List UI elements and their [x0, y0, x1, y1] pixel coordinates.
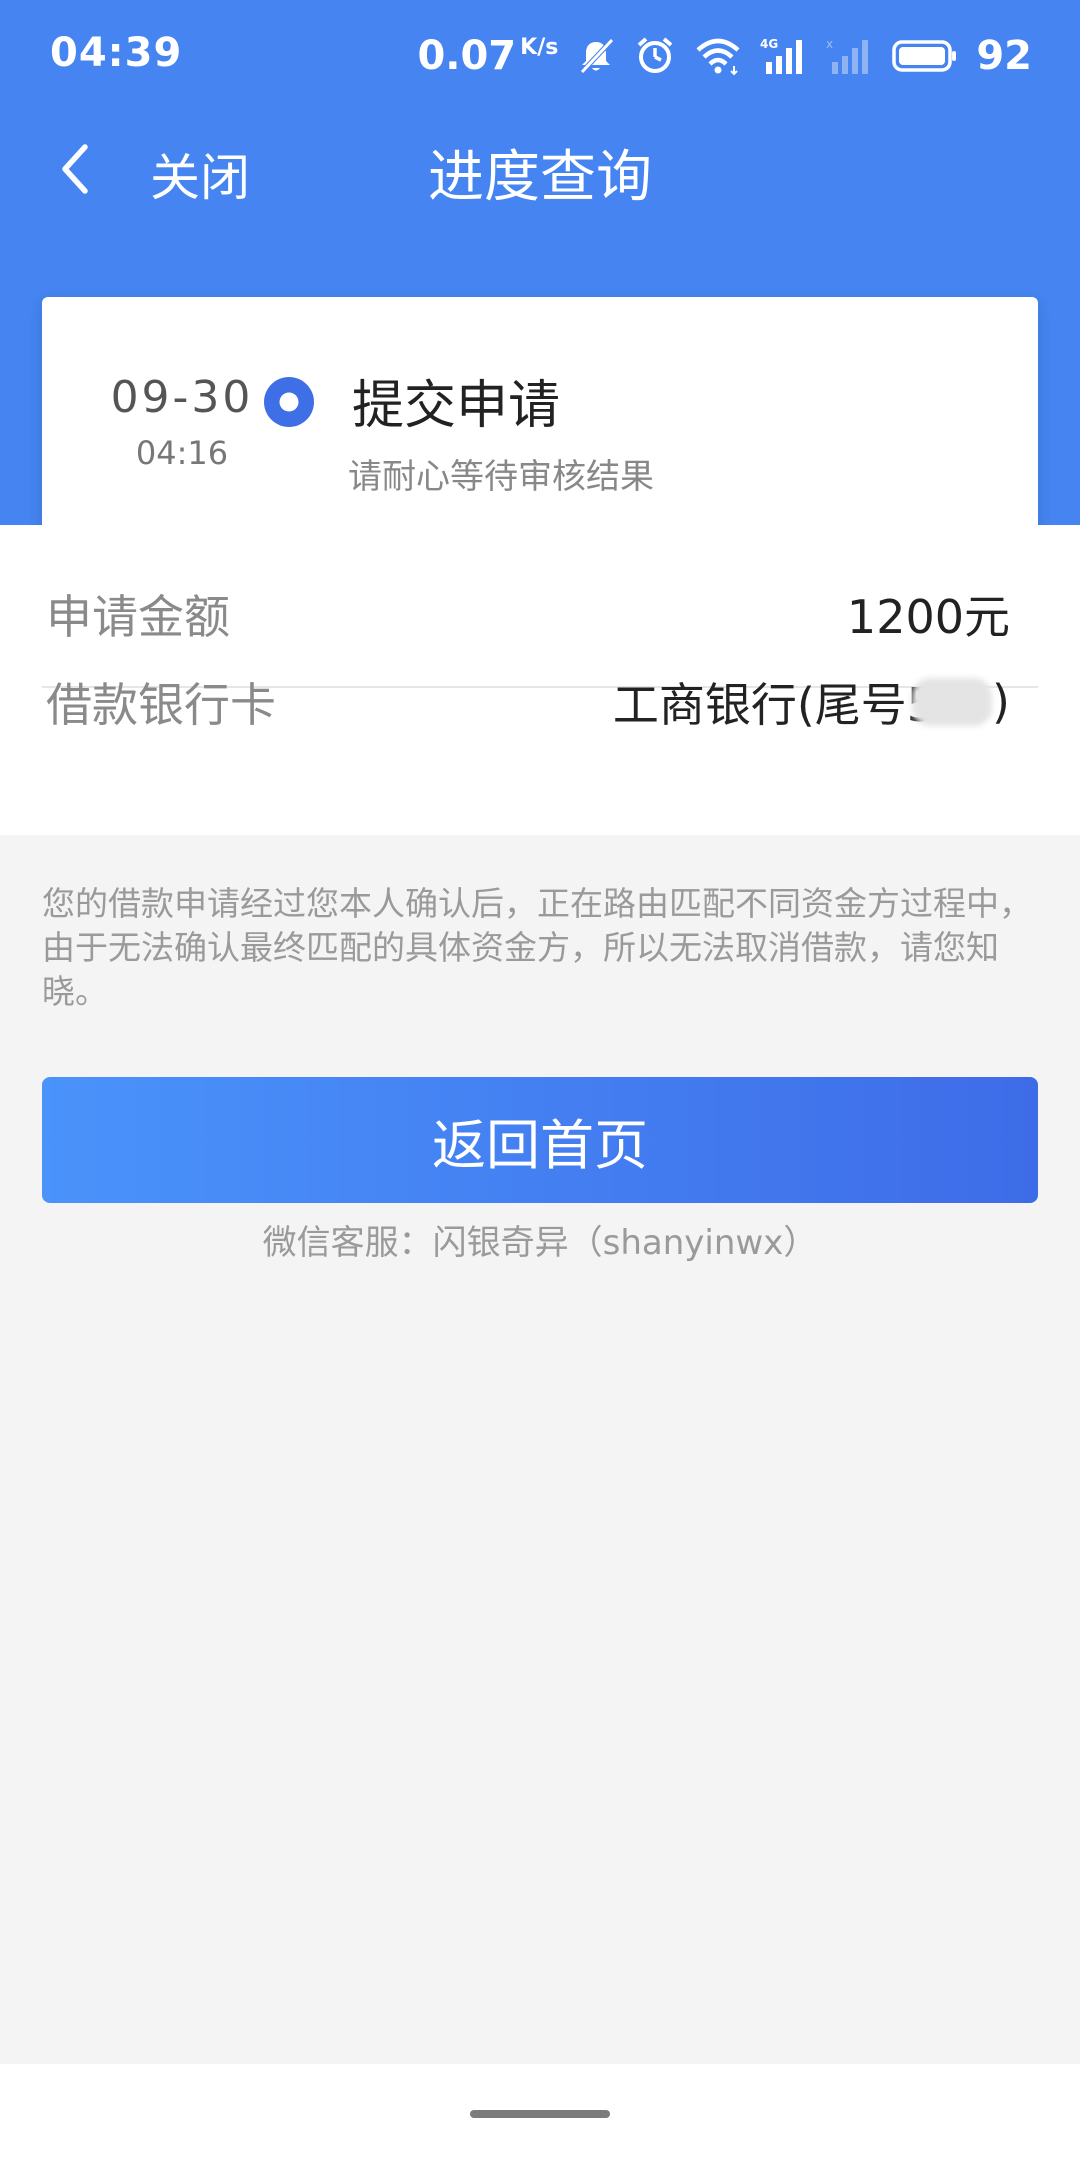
- step-date: 09-30: [110, 372, 254, 423]
- bank-card-label: 借款银行卡: [46, 678, 276, 732]
- alarm-icon: [634, 35, 676, 77]
- network-speed-unit: K/s: [520, 35, 559, 60]
- loan-info-panel: 申请金额 1200元 借款银行卡 工商银行(尾号5): [0, 525, 1080, 835]
- gesture-area: [0, 2064, 1080, 2160]
- battery-level: 92: [976, 33, 1032, 79]
- step-subtitle: 请耐心等待审核结果: [348, 457, 654, 497]
- bank-card-suffix: ): [992, 675, 1010, 729]
- network-speed-value: 0.07: [417, 33, 517, 79]
- svg-text:x: x: [826, 37, 833, 51]
- step-title: 提交申请: [352, 376, 561, 436]
- amount-value: 1200元: [846, 590, 1010, 644]
- status-bar: 04:39 0.07 K/s 4G x 92: [0, 0, 1080, 112]
- bank-card-name: 工商银行(尾号5: [612, 678, 937, 732]
- status-time: 04:39: [50, 30, 183, 76]
- signal-weak-icon: x: [826, 36, 874, 76]
- bank-card-value: 工商银行(尾号5): [613, 669, 1010, 735]
- wifi-icon: [694, 36, 742, 76]
- bank-card-row: 借款银行卡 工商银行(尾号5): [42, 669, 1038, 789]
- svg-text:4G: 4G: [760, 37, 778, 51]
- page-title: 进度查询: [428, 145, 652, 210]
- home-gesture-bar[interactable]: [470, 2110, 610, 2118]
- step-time: 04:16: [135, 434, 229, 472]
- customer-service-text: 微信客服：闪银奇异（shanyinwx）: [262, 1223, 818, 1263]
- progress-card: 09-30 04:16 提交申请 请耐心等待审核结果: [42, 297, 1038, 561]
- loan-notice-text: 您的借款申请经过您本人确认后，正在路由匹配不同资金方过程中，由于无法确认最终匹配…: [42, 884, 1032, 1011]
- nav-bar: 关闭 进度查询: [0, 112, 1080, 224]
- amount-label: 申请金额: [46, 590, 230, 644]
- network-speed: 0.07 K/s: [417, 33, 558, 79]
- bell-muted-icon: [576, 36, 616, 76]
- masked-card-digits: [912, 678, 993, 726]
- signal-4g-icon: 4G: [760, 36, 808, 76]
- battery-icon: [892, 39, 958, 73]
- status-icons: 0.07 K/s 4G x 92: [417, 28, 1032, 84]
- return-home-button[interactable]: 返回首页: [42, 1077, 1038, 1203]
- step-status-dot-icon: [264, 377, 314, 427]
